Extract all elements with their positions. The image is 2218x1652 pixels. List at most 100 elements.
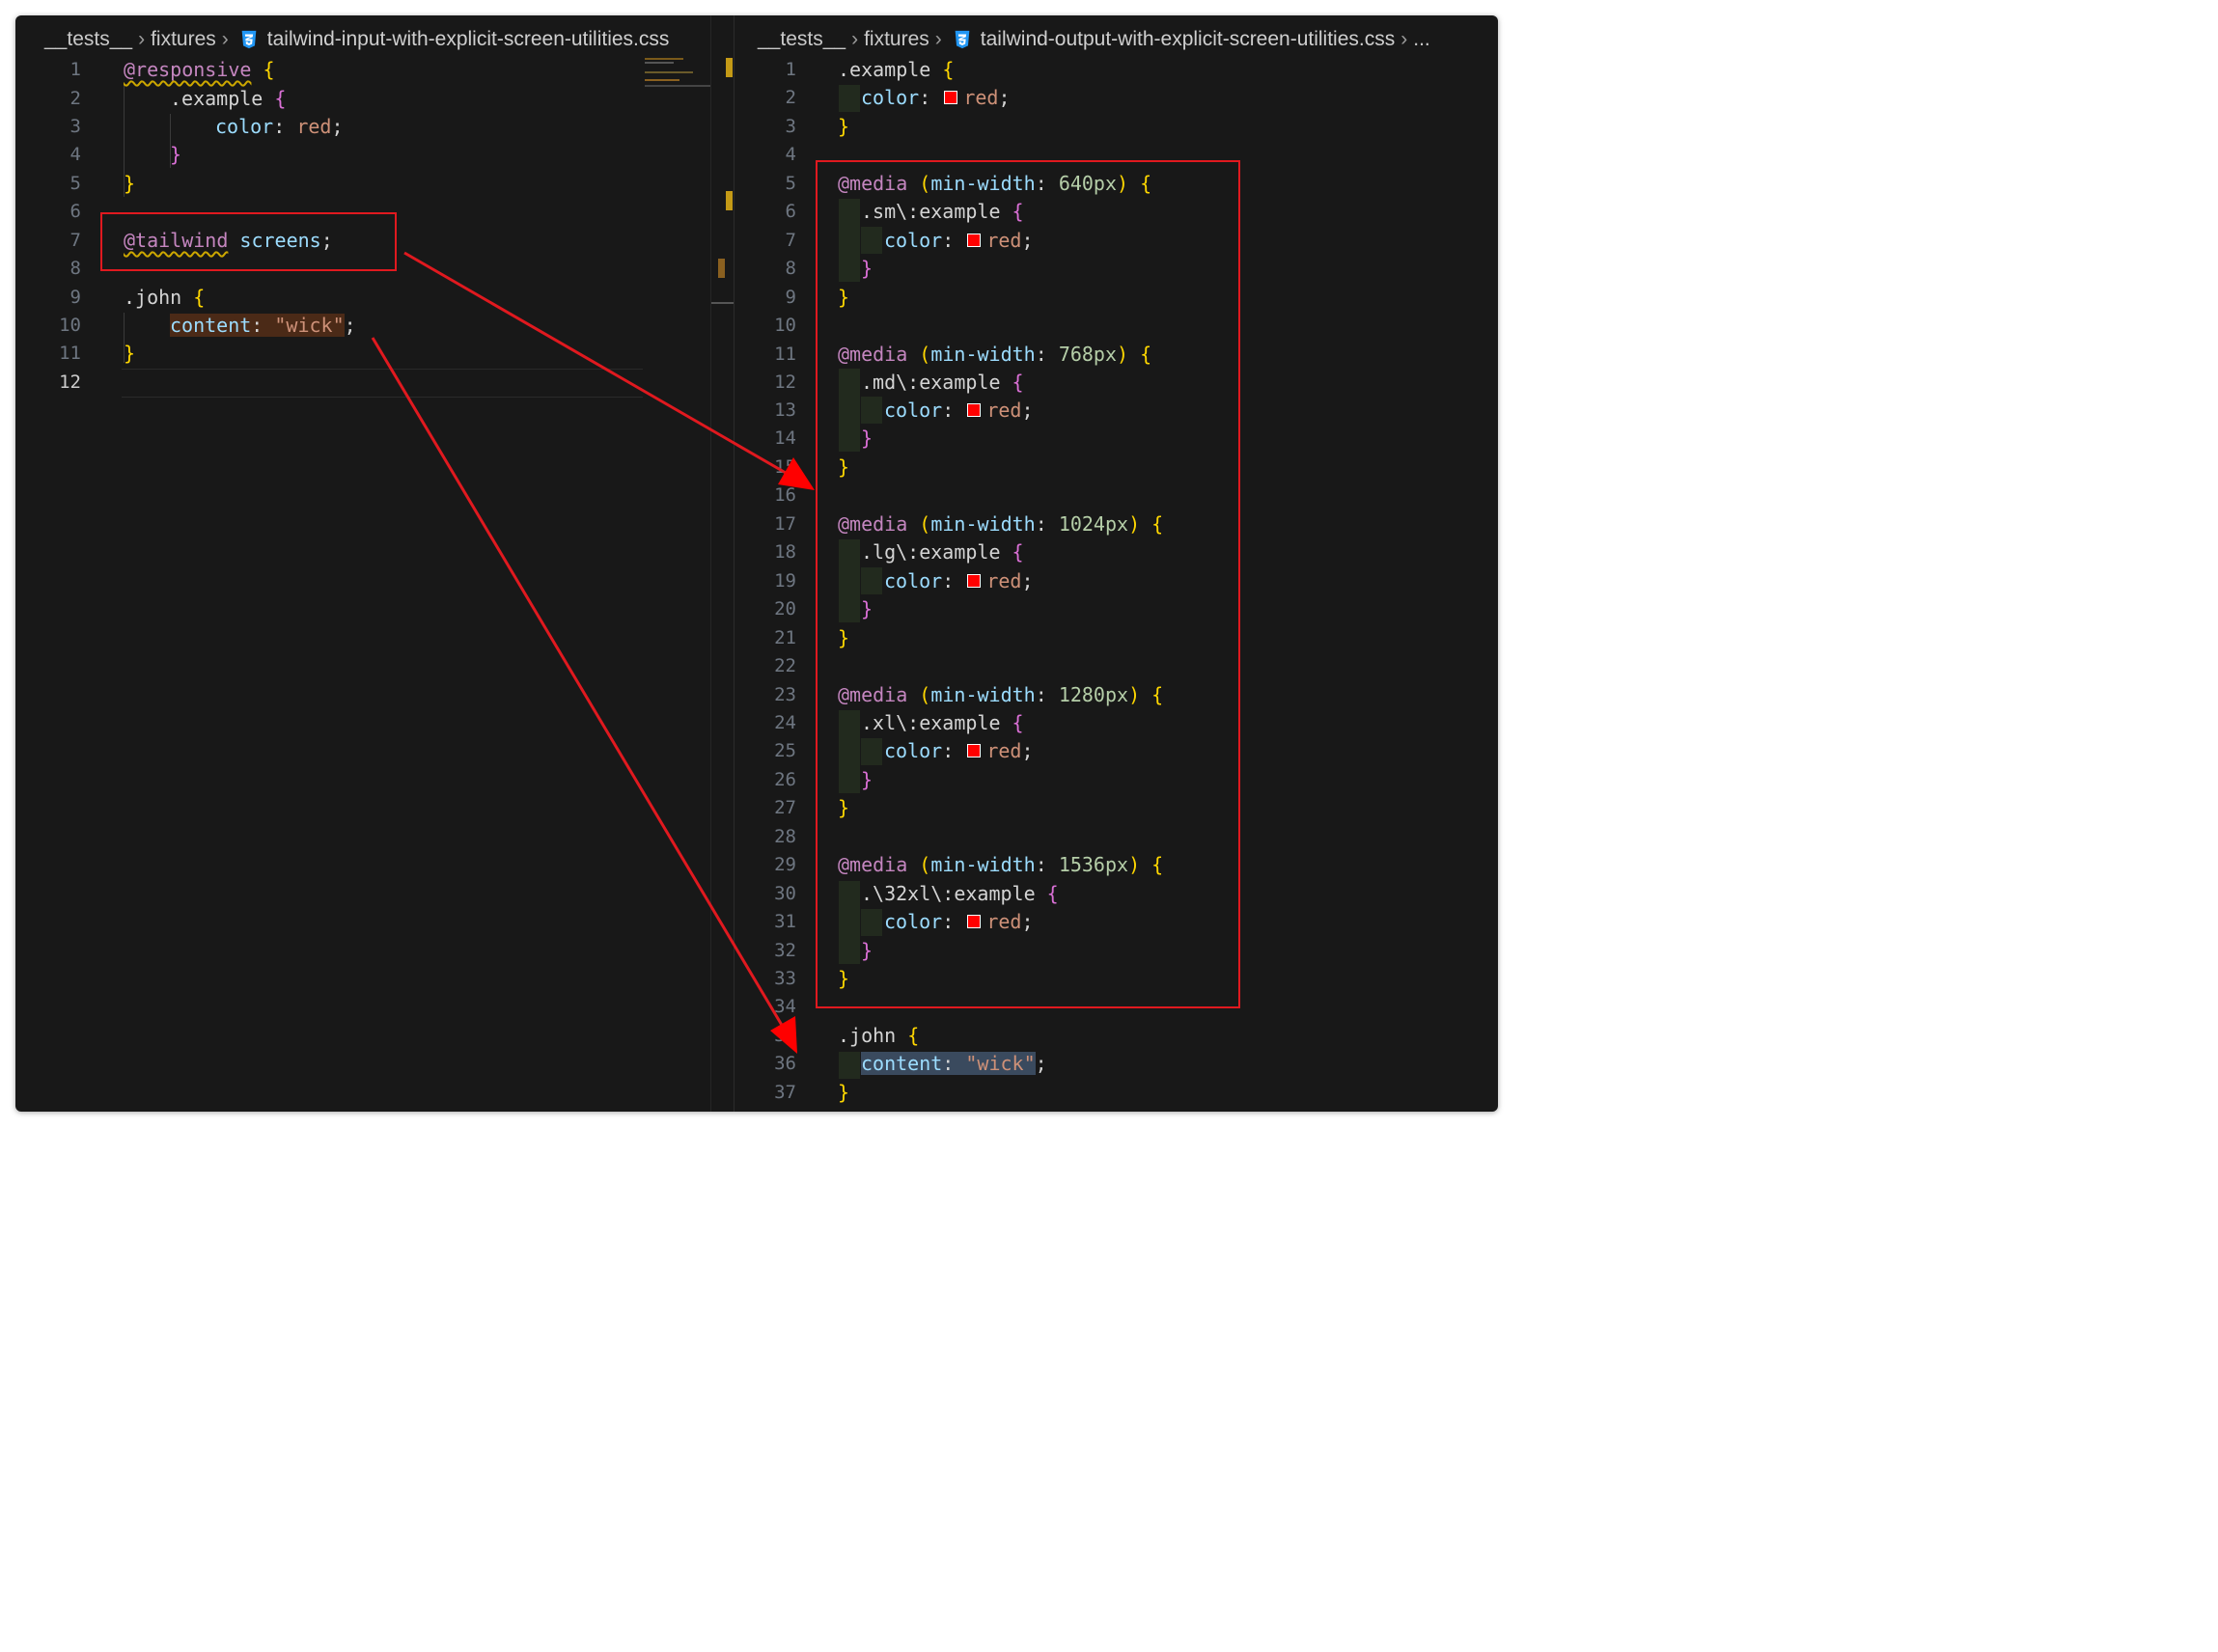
- scrollbar-marker: [726, 191, 733, 210]
- line-number: 12: [774, 372, 796, 393]
- line-number: 1: [785, 59, 796, 80]
- chevron-right-icon: ›: [221, 28, 229, 50]
- line-number: 16: [774, 484, 796, 506]
- at-rule: @responsive: [124, 58, 252, 81]
- code-line: }: [124, 170, 135, 198]
- css3-icon: [955, 30, 970, 49]
- scrollbar-thumb[interactable]: [710, 302, 734, 304]
- line-number: 13: [774, 399, 796, 421]
- line-number: 8: [785, 258, 796, 279]
- annotation-box-media-queries: [816, 160, 1240, 1008]
- value: red: [296, 115, 332, 138]
- indent-guide: [839, 1052, 860, 1079]
- line-number: 1: [69, 59, 81, 80]
- bracket: {: [263, 58, 275, 81]
- right-editor-pane[interactable]: __tests__ › fixtures › tailwind-output-w…: [735, 15, 1498, 1112]
- line-number: 6: [785, 201, 796, 222]
- line-number: 6: [69, 201, 81, 222]
- line-number: 24: [774, 712, 796, 733]
- line-number: 21: [774, 627, 796, 648]
- line-number: 19: [774, 570, 796, 592]
- breadcrumb-folder-fixtures[interactable]: fixtures: [864, 28, 929, 51]
- line-number: 9: [785, 287, 796, 308]
- bracket: }: [170, 143, 182, 166]
- line-number: 7: [785, 230, 796, 251]
- selector: .john: [124, 286, 182, 309]
- code-line: .john {: [838, 1024, 920, 1047]
- css3-icon: [241, 30, 257, 49]
- line-number: 3: [785, 116, 796, 137]
- property: content: [170, 314, 252, 337]
- line-number: 11: [59, 343, 81, 364]
- line-number: 22: [774, 655, 796, 676]
- breadcrumb-folder-tests[interactable]: __tests__: [44, 28, 132, 51]
- code-line: color: red;: [215, 115, 344, 138]
- line-number: 30: [774, 883, 796, 904]
- line-number: 5: [69, 173, 81, 194]
- code-line: color: red;: [861, 86, 1011, 109]
- chevron-right-icon: ›: [934, 28, 942, 50]
- line-number: 32: [774, 940, 796, 961]
- line-number: 9: [69, 287, 81, 308]
- line-number: 34: [774, 996, 796, 1017]
- code-line: .example {: [838, 58, 955, 81]
- code-line: }: [170, 141, 181, 169]
- line-number: 2: [785, 87, 796, 108]
- current-line-highlight: [122, 369, 643, 398]
- breadcrumb-more[interactable]: ...: [1413, 28, 1430, 51]
- line-number: 11: [774, 344, 796, 365]
- chevron-right-icon: ›: [851, 28, 859, 50]
- line-number-active: 12: [59, 372, 81, 393]
- line-number: 31: [774, 911, 796, 932]
- right-breadcrumb: __tests__ › fixtures › tailwind-output-w…: [758, 27, 1430, 52]
- scrollbar-marker: [726, 58, 733, 77]
- line-number: 17: [774, 513, 796, 535]
- line-number: 5: [785, 173, 796, 194]
- line-number: 2: [69, 88, 81, 109]
- line-number: 10: [59, 315, 81, 336]
- breadcrumb-folder-fixtures[interactable]: fixtures: [151, 28, 216, 51]
- scrollbar-track: [710, 15, 711, 1112]
- left-breadcrumb: __tests__ › fixtures › tailwind-input-wi…: [44, 27, 669, 52]
- breadcrumb-folder-tests[interactable]: __tests__: [758, 28, 846, 51]
- left-editor-pane[interactable]: __tests__ › fixtures › tailwind-input-wi…: [15, 15, 734, 1112]
- line-number: 15: [774, 456, 796, 478]
- line-number: 33: [774, 968, 796, 989]
- line-number: 14: [774, 427, 796, 449]
- color-swatch[interactable]: [944, 91, 958, 104]
- line-number: 4: [69, 144, 81, 165]
- line-number: 27: [774, 797, 796, 818]
- minimap[interactable]: [643, 56, 712, 91]
- code-line: .john {: [124, 284, 205, 312]
- line-number: 29: [774, 854, 796, 875]
- breadcrumb-file[interactable]: tailwind-input-with-explicit-screen-util…: [267, 28, 670, 51]
- selector: .example: [170, 87, 263, 110]
- chevron-right-icon: ›: [1400, 28, 1408, 50]
- line-number: 35: [774, 1025, 796, 1046]
- chevron-right-icon: ›: [138, 28, 146, 50]
- line-number: 28: [774, 826, 796, 847]
- string: "wick": [274, 314, 345, 337]
- bracket: {: [193, 286, 206, 309]
- code-line: }: [838, 1081, 850, 1104]
- line-number: 36: [774, 1053, 796, 1074]
- line-number: 25: [774, 740, 796, 761]
- line-number: 7: [69, 230, 81, 251]
- bracket: }: [124, 342, 136, 365]
- editor-window: __tests__ › fixtures › tailwind-input-wi…: [15, 15, 1498, 1112]
- line-number: 26: [774, 769, 796, 790]
- code-line: @responsive {: [124, 56, 275, 84]
- bracket: {: [274, 87, 287, 110]
- code-line: .example {: [170, 85, 286, 113]
- line-number: 8: [69, 258, 81, 279]
- code-line: content: "wick";: [861, 1052, 1047, 1075]
- line-number: 23: [774, 684, 796, 705]
- code-line: }: [838, 115, 850, 138]
- line-number: 10: [774, 315, 796, 336]
- indent-guide: [839, 85, 860, 112]
- line-number: 3: [69, 116, 81, 137]
- line-number: 18: [774, 541, 796, 563]
- breadcrumb-file[interactable]: tailwind-output-with-explicit-screen-uti…: [981, 28, 1395, 51]
- line-number: 20: [774, 598, 796, 620]
- scrollbar-marker: [718, 259, 725, 278]
